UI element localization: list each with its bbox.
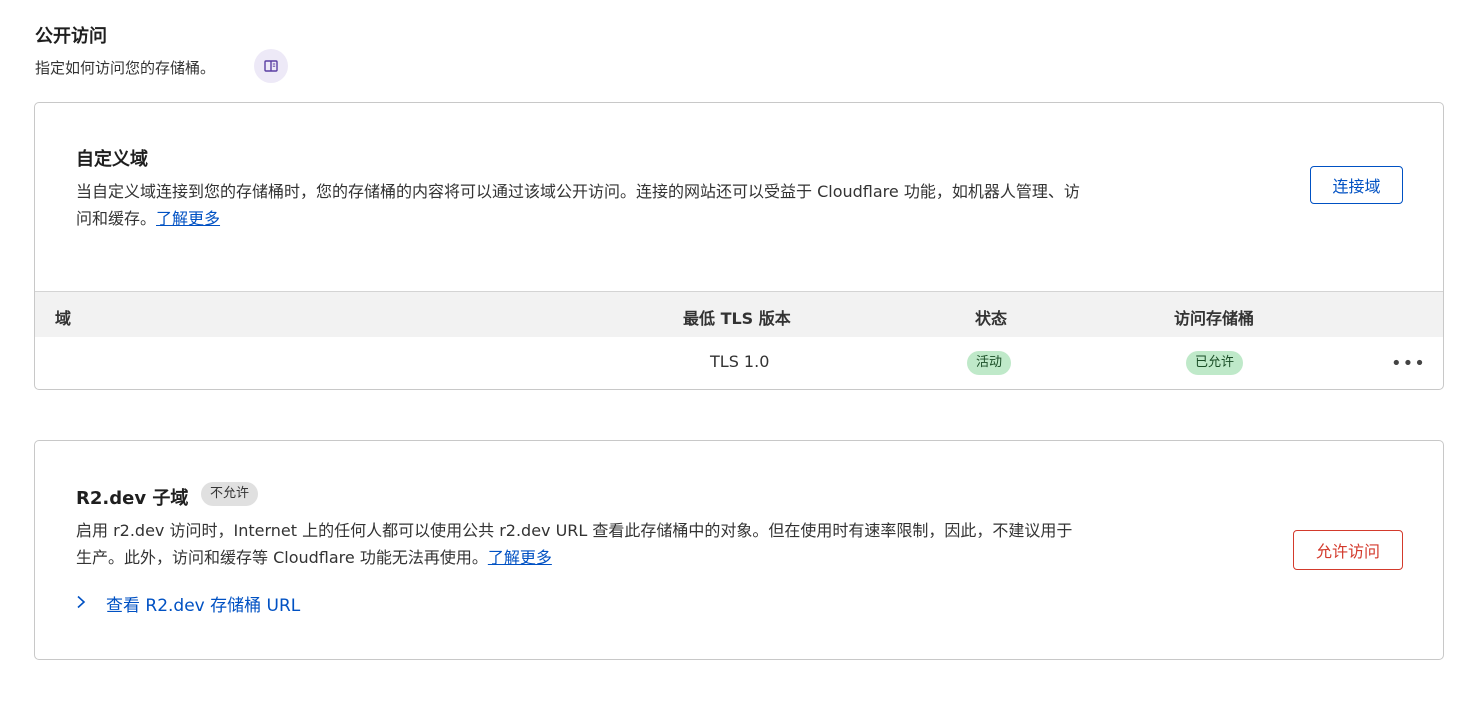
custom-domain-learn-more-link[interactable]: 了解更多	[156, 209, 220, 228]
header-status: 状态	[975, 309, 1008, 328]
domain-cell-redacted	[76, 345, 226, 379]
custom-domain-card: 自定义域 当自定义域连接到您的存储桶时，您的存储桶的内容将可以通过该域公开访问。…	[34, 102, 1444, 390]
chevron-right-icon	[76, 594, 90, 614]
more-icon[interactable]: •••	[1391, 353, 1426, 374]
r2dev-card: R2.dev 子域 不允许 启用 r2.dev 访问时，Internet 上的任…	[34, 440, 1444, 660]
custom-domain-description-text: 当自定义域连接到您的存储桶时，您的存储桶的内容将可以通过该域公开访问。连接的网站…	[76, 182, 1080, 228]
custom-domain-description: 当自定义域连接到您的存储桶时，您的存储桶的内容将可以通过该域公开访问。连接的网站…	[76, 178, 1086, 232]
domain-table-header: 域 最低 TLS 版本 状态 访问存储桶	[35, 291, 1443, 337]
bucket-access-badge: 已允许	[1186, 351, 1244, 375]
header-min-tls: 最低 TLS 版本	[683, 309, 791, 328]
section-title: 公开访问	[35, 26, 107, 47]
custom-domain-title: 自定义域	[76, 149, 148, 170]
r2dev-title: R2.dev 子域	[76, 488, 189, 509]
connect-domain-button[interactable]: 连接域	[1310, 166, 1403, 204]
section-description: 指定如何访问您的存储桶。	[35, 59, 216, 77]
r2dev-learn-more-link[interactable]: 了解更多	[488, 548, 552, 567]
status-badge: 活动	[967, 351, 1012, 375]
min-tls-value: TLS 1.0	[710, 352, 770, 371]
r2dev-description: 启用 r2.dev 访问时，Internet 上的任何人都可以使用公共 r2.d…	[76, 517, 1086, 571]
r2dev-description-text: 启用 r2.dev 访问时，Internet 上的任何人都可以使用公共 r2.d…	[76, 521, 1073, 567]
header-domain: 域	[55, 309, 72, 328]
r2dev-status-badge: 不允许	[201, 482, 259, 506]
book-icon[interactable]	[254, 49, 288, 83]
view-r2dev-url-toggle[interactable]: 查看 R2.dev 存储桶 URL	[76, 591, 300, 616]
allow-access-button[interactable]: 允许访问	[1293, 530, 1403, 570]
table-row: TLS 1.0 活动 已允许 •••	[35, 337, 1443, 389]
header-bucket-access: 访问存储桶	[1174, 309, 1255, 328]
view-r2dev-url-label: 查看 R2.dev 存储桶 URL	[106, 596, 301, 616]
